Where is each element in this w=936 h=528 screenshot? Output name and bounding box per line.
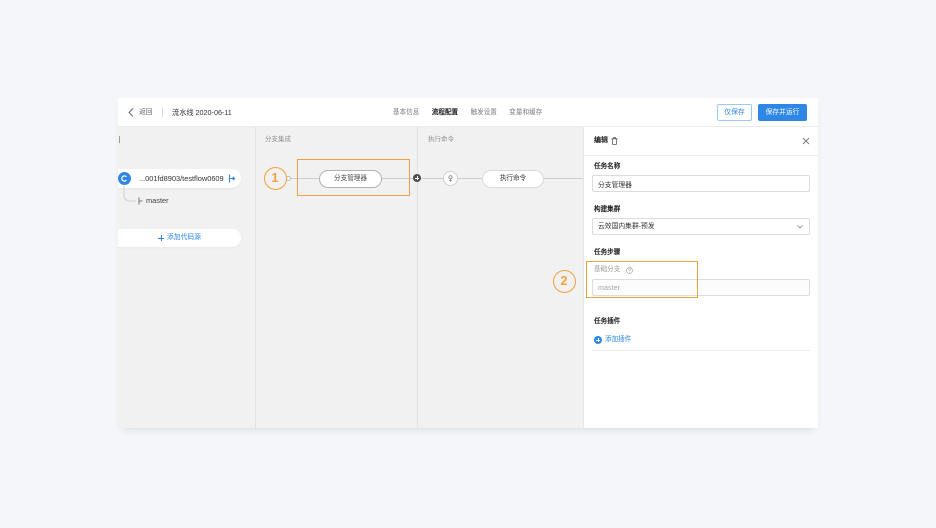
header-divider <box>162 108 163 117</box>
plus-icon <box>158 235 164 241</box>
save-and-run-button[interactable]: 保存并运行 <box>758 104 807 121</box>
repo-name: ...001fd8903/testflow0609 <box>139 174 224 183</box>
build-cluster-label: 构建集群 <box>594 206 621 213</box>
connector-line <box>457 178 482 179</box>
pipeline-editor-window: 返回 流水线 2020-06-11 基本信息 流程配置 触发设置 变量和缓存 仅… <box>118 98 818 428</box>
tab-variables-cache[interactable]: 变量和缓存 <box>509 98 542 127</box>
stage-title: 分支集成 <box>265 136 291 143</box>
task-name-label: 任务名称 <box>594 163 621 170</box>
plus-circle-icon <box>594 336 602 344</box>
panel-divider <box>584 155 818 156</box>
top-bar: 返回 流水线 2020-06-11 基本信息 流程配置 触发设置 变量和缓存 仅… <box>118 98 818 127</box>
add-plugin-button[interactable]: 添加插件 <box>594 335 631 345</box>
branch-connector-line <box>123 186 136 202</box>
connector-line <box>421 178 443 179</box>
pipeline-title: 流水线 2020-06-11 <box>172 108 232 117</box>
tab-basic-info[interactable]: 基本信息 <box>393 98 419 127</box>
plugin-divider <box>592 350 810 351</box>
task-steps-label: 任务步骤 <box>594 249 621 256</box>
connector-dot <box>286 176 291 181</box>
close-icon[interactable] <box>802 137 810 145</box>
branch-trigger-icon[interactable] <box>228 174 236 183</box>
back-link[interactable]: 返回 <box>139 98 153 127</box>
chevron-down-icon <box>797 225 803 229</box>
task-plugins-label: 任务插件 <box>594 318 621 325</box>
branch-icon <box>138 197 143 205</box>
job-node-execute-command[interactable]: 执行命令 <box>482 170 544 188</box>
chevron-left-icon[interactable] <box>128 108 134 117</box>
trash-icon[interactable] <box>611 137 618 145</box>
build-cluster-value: 云效国内集群-预发 <box>598 223 655 230</box>
stage-column-divider <box>255 127 256 428</box>
stage-title: 执行命令 <box>428 136 454 143</box>
callout-highlight-box <box>586 261 698 298</box>
add-plugin-label: 添加插件 <box>605 336 632 343</box>
callout-highlight-box <box>297 159 410 196</box>
callout-number: 1 <box>263 166 287 190</box>
stage-column-divider <box>417 127 418 428</box>
column-title-fragment <box>119 136 120 143</box>
add-code-source-button[interactable]: 添加代码源 <box>118 229 241 247</box>
connector-line <box>544 178 583 179</box>
code-repo-icon <box>118 172 131 185</box>
config-tabs: 基本信息 流程配置 触发设置 变量和缓存 <box>393 98 542 127</box>
panel-title: 编辑 <box>594 137 608 144</box>
build-cluster-select[interactable]: 云效国内集群-预发 <box>592 218 810 235</box>
pin-icon[interactable] <box>443 171 458 186</box>
add-stage-icon[interactable] <box>413 174 421 182</box>
tab-trigger-settings[interactable]: 触发设置 <box>471 98 497 127</box>
task-name-input[interactable] <box>592 175 810 192</box>
callout-number: 2 <box>552 269 576 293</box>
tab-flow-config[interactable]: 流程配置 <box>432 98 458 127</box>
source-branch: master <box>146 196 169 205</box>
add-code-source-label: 添加代码源 <box>167 234 201 241</box>
save-button[interactable]: 仅保存 <box>717 104 752 121</box>
